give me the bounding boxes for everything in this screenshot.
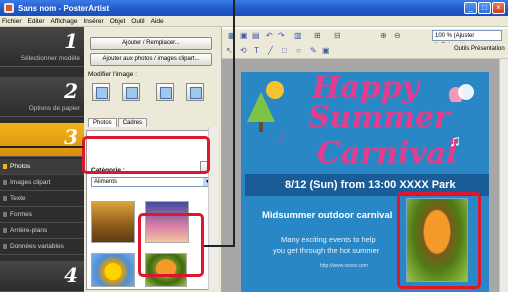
menu-outil[interactable]: Outil xyxy=(131,18,144,25)
rectangle-tool-icon[interactable]: □ xyxy=(282,46,287,55)
add-replace-button[interactable]: Ajouter / Remplacer... xyxy=(90,37,212,50)
nav-item-texte[interactable]: Texte xyxy=(0,191,84,207)
window-title: Sans nom - PosterArtist xyxy=(18,3,110,13)
undo-icon[interactable]: ↶ xyxy=(266,31,273,40)
highlight-thumbnail xyxy=(138,213,204,277)
minimize-button[interactable]: _ xyxy=(464,2,477,14)
step-1-button[interactable]: 1 Sélectionner modèle xyxy=(0,27,84,67)
category-value: Aliments xyxy=(94,179,118,185)
nav-item-photos[interactable]: Photos xyxy=(0,159,84,175)
ellipse-tool-icon[interactable]: ○ xyxy=(296,46,301,55)
frame-icon[interactable]: ▤ xyxy=(252,31,260,40)
pointer-icon[interactable]: ↖ xyxy=(226,46,233,55)
arrange-icon[interactable]: ⊞ xyxy=(314,31,321,40)
group-icon[interactable]: ⊟ xyxy=(334,31,341,40)
trim-image-button[interactable] xyxy=(122,83,140,101)
poster-headline[interactable]: Midsummer outdoor carnival xyxy=(262,210,392,221)
redo-icon[interactable]: ↷ xyxy=(278,31,285,40)
music-note-icon: ♪ xyxy=(277,126,286,146)
text-tool-icon[interactable]: T xyxy=(254,46,259,55)
callout-line-left xyxy=(0,146,84,148)
photo-tabs: Photos Cadres xyxy=(88,118,148,127)
callout-line-horizontal xyxy=(204,245,235,247)
nav-item-arriere-plans[interactable]: Arrière-plans xyxy=(0,223,84,239)
poster-text-line-2[interactable]: you get through the hot summer xyxy=(273,246,379,255)
highlight-category xyxy=(82,136,210,174)
poster-url[interactable]: http://www.xxxxx.com xyxy=(320,263,368,269)
menu-aide[interactable]: Aide xyxy=(151,18,164,25)
callout-line-vertical xyxy=(233,0,235,246)
tab-photos[interactable]: Photos xyxy=(88,118,117,127)
step-2-label: Options de papier xyxy=(28,105,80,112)
highlight-poster-photo xyxy=(397,192,481,289)
step-2-number: 2 xyxy=(64,79,78,103)
align-icon[interactable]: ▥ xyxy=(294,31,302,40)
sun-icon xyxy=(266,81,284,99)
canvas-scrollbar[interactable] xyxy=(499,59,508,292)
effect-image-button[interactable] xyxy=(186,83,204,101)
photo-thumbnail-sunflower[interactable] xyxy=(91,253,135,287)
edit-nav-list: Photos Images clipart Texte Formes Arriè… xyxy=(0,159,84,255)
app-icon xyxy=(4,3,14,13)
maximize-button[interactable]: □ xyxy=(478,2,491,14)
modify-image-label: Modifier l'image : xyxy=(88,71,137,78)
step-4-button[interactable]: 4 xyxy=(0,261,84,292)
presentation-tools-button[interactable]: Outils Présentation xyxy=(454,46,505,52)
nav-item-donnees-variables[interactable]: Données variables xyxy=(0,239,84,255)
step-2-button[interactable]: 2 Options de papier xyxy=(0,77,84,117)
step-3-button[interactable]: 3 xyxy=(0,123,84,157)
menu-inserer[interactable]: Insérer xyxy=(83,18,103,25)
rotate-icon[interactable]: ⟲ xyxy=(240,46,247,55)
flower-icon xyxy=(458,84,474,100)
poster-text-line-1[interactable]: Many exciting events to help xyxy=(281,235,376,244)
crop-image-button[interactable] xyxy=(92,83,110,101)
nav-item-formes[interactable]: Formes xyxy=(0,207,84,223)
step-1-number: 1 xyxy=(64,29,78,53)
menu-affichage[interactable]: Affichage xyxy=(51,18,78,25)
steps-panel: 1 Sélectionner modèle 2 Options de papie… xyxy=(0,27,84,292)
menu-editer[interactable]: Editer xyxy=(28,18,45,25)
zoom-out-icon[interactable]: ⊖ xyxy=(394,31,401,40)
zoom-in-icon[interactable]: ⊕ xyxy=(380,31,387,40)
menu-bar: Fichier Editer Affichage Insérer Objet O… xyxy=(0,16,508,27)
menu-objet[interactable]: Objet xyxy=(110,18,126,25)
step-4-number: 4 xyxy=(64,263,78,287)
line-tool-icon[interactable]: ╱ xyxy=(268,46,273,55)
close-button[interactable]: × xyxy=(492,2,505,14)
image-insert-icon[interactable]: ▣ xyxy=(322,46,330,55)
poster-decorations: ♪ ♫ xyxy=(247,81,474,150)
menu-fichier[interactable]: Fichier xyxy=(2,18,22,25)
zoom-select[interactable]: 100 % (Ajuster l'affichage) xyxy=(432,30,502,49)
pen-tool-icon[interactable]: ✎ xyxy=(310,46,317,55)
tab-cadres[interactable]: Cadres xyxy=(117,118,148,127)
picture-icon[interactable]: ▣ xyxy=(240,31,248,40)
title-bar: Sans nom - PosterArtist xyxy=(0,0,508,16)
photo-thumbnail-lion[interactable] xyxy=(91,201,135,243)
adjust-image-button[interactable] xyxy=(156,83,174,101)
nav-item-clipart[interactable]: Images clipart xyxy=(0,175,84,191)
step-1-label: Sélectionner modèle xyxy=(20,55,80,62)
music-note-icon: ♫ xyxy=(449,133,461,150)
add-to-photos-button[interactable]: Ajouter aux photos / images clipart... xyxy=(90,53,212,66)
category-select[interactable]: Aliments ▼ xyxy=(91,177,213,187)
